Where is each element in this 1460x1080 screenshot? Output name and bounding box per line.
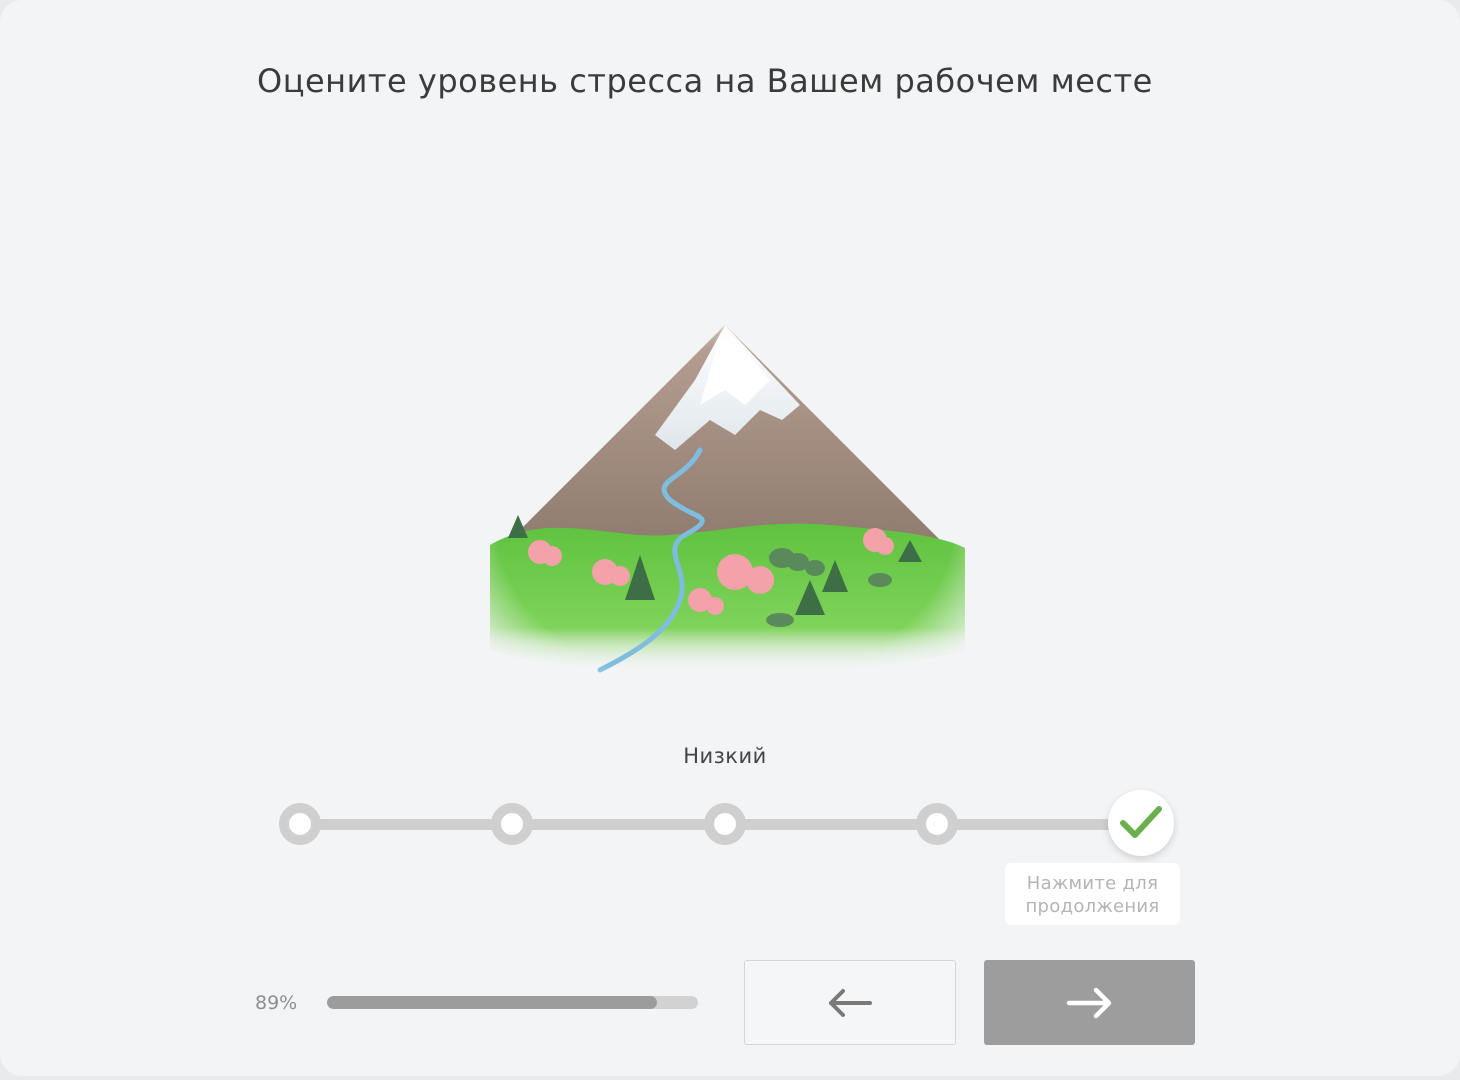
arrow-right-icon bbox=[1066, 987, 1111, 1018]
scale-option-5-selected[interactable] bbox=[1108, 790, 1174, 856]
progress-bar bbox=[327, 996, 698, 1009]
continue-hint[interactable]: Нажмите для продолжения bbox=[1005, 863, 1180, 925]
arrow-left-icon bbox=[829, 988, 872, 1017]
continue-hint-line1: Нажмите для bbox=[1026, 873, 1159, 894]
scale-option-4[interactable] bbox=[916, 803, 958, 845]
progress-percentage: 89% bbox=[255, 992, 298, 1014]
next-button[interactable] bbox=[984, 960, 1195, 1045]
continue-hint-line2: продолжения bbox=[1025, 896, 1160, 917]
stress-rating-scale bbox=[270, 790, 1190, 860]
scale-option-3[interactable] bbox=[704, 803, 746, 845]
progress-bar-fill bbox=[327, 996, 658, 1009]
scale-option-2[interactable] bbox=[491, 803, 533, 845]
mountain-landscape-illustration bbox=[470, 310, 980, 690]
scale-option-1[interactable] bbox=[279, 803, 321, 845]
survey-card: Оцените уровень стресса на Вашем рабочем… bbox=[0, 0, 1460, 1076]
checkmark-icon bbox=[1120, 806, 1162, 838]
scale-selected-label: Низкий bbox=[683, 744, 767, 768]
question-title: Оцените уровень стресса на Вашем рабочем… bbox=[257, 62, 1153, 100]
previous-button[interactable] bbox=[744, 960, 956, 1045]
